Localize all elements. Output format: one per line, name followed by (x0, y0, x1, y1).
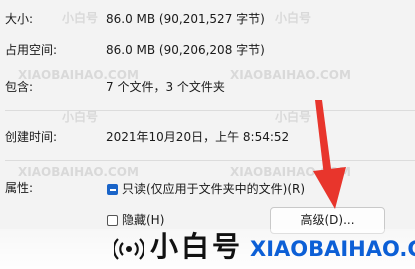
watermark-banner: 小白号 XIAOBAIHAO.COM (0, 229, 415, 269)
sound-wave-icon (114, 238, 144, 260)
hidden-checkbox[interactable] (107, 215, 118, 226)
attributes-label: 属性: (5, 181, 34, 195)
divider (5, 110, 415, 111)
hidden-label[interactable]: 隐藏(H) (122, 212, 164, 228)
created-value: 2021年10月20日，上午 8:54:52 (106, 130, 290, 144)
watermark-text: XIAOBAIHAO.COM (230, 165, 351, 179)
divider (5, 160, 415, 161)
watermark-brand-en: XIAOBAIHAO.COM (250, 237, 415, 261)
disk-size-value: 86.0 MB (90,206,208 字节) (106, 43, 265, 57)
readonly-label[interactable]: 只读(仅应用于文件夹中的文件)(R) (122, 181, 305, 197)
size-value: 86.0 MB (90,201,527 字节) (106, 12, 265, 26)
watermark-text: 小白号 (275, 11, 312, 25)
readonly-checkbox[interactable] (107, 184, 118, 195)
size-label: 大小: (5, 12, 34, 26)
watermark-brand-cn: 小白号 (150, 230, 244, 263)
disk-size-label: 占用空间: (5, 43, 58, 57)
created-label: 创建时间: (5, 130, 58, 144)
watermark-text: XIAOBAIHAO.COM (18, 165, 139, 179)
contains-value: 7 个文件，3 个文件夹 (106, 80, 225, 94)
watermark-text: XIAOBAIHAO.COM (230, 68, 351, 82)
watermark-text: 小白号 (62, 11, 99, 25)
contains-label: 包含: (5, 80, 34, 94)
